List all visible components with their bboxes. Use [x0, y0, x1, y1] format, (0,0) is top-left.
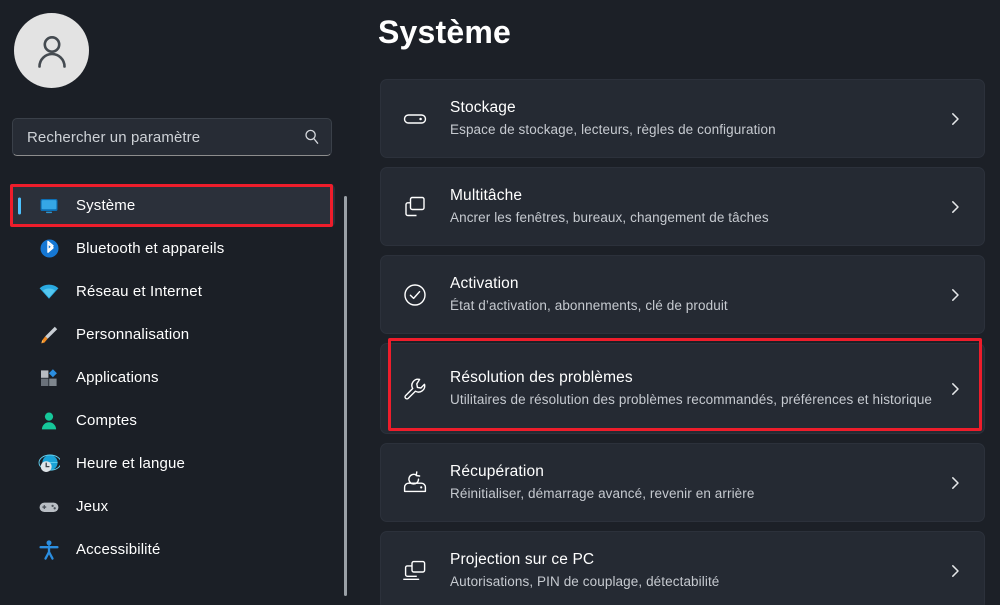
- settings-card-list: Stockage Espace de stockage, lecteurs, r…: [380, 79, 985, 605]
- card-title: Activation: [450, 274, 934, 295]
- search-icon[interactable]: [303, 128, 321, 146]
- sidebar-item-label: Bluetooth et appareils: [76, 240, 224, 257]
- sidebar-item-label: Système: [76, 197, 135, 214]
- search-box[interactable]: [12, 118, 332, 156]
- bluetooth-icon: [38, 238, 60, 260]
- card-subtitle: Réinitialiser, démarrage avancé, revenir…: [450, 484, 934, 504]
- sidebar-nav: Système Bluetooth et appareils: [0, 184, 345, 571]
- sidebar-item-applications[interactable]: Applications: [12, 356, 335, 399]
- wifi-icon: [38, 281, 60, 303]
- chevron-right-icon[interactable]: [944, 108, 966, 130]
- sidebar-item-label: Personnalisation: [76, 326, 189, 343]
- card-text: Multitâche Ancrer les fenêtres, bureaux,…: [450, 180, 934, 233]
- monitor-icon: [38, 195, 60, 217]
- sidebar-item-bluetooth-et-appareils[interactable]: Bluetooth et appareils: [12, 227, 335, 270]
- search-input[interactable]: [27, 129, 303, 146]
- settings-card-stockage[interactable]: Stockage Espace de stockage, lecteurs, r…: [380, 79, 985, 158]
- chevron-right-icon[interactable]: [944, 472, 966, 494]
- sidebar: Système Bluetooth et appareils: [0, 0, 360, 605]
- wrench-icon: [402, 376, 428, 402]
- settings-card-recuperation[interactable]: Récupération Réinitialiser, démarrage av…: [380, 443, 985, 522]
- settings-card-resolution-des-problemes[interactable]: Résolution des problèmes Utilitaires de …: [380, 343, 985, 434]
- card-subtitle: Utilitaires de résolution des problèmes …: [450, 390, 934, 410]
- card-title: Récupération: [450, 462, 934, 483]
- gamepad-icon: [38, 496, 60, 518]
- card-text: Projection sur ce PC Autorisations, PIN …: [450, 544, 934, 597]
- card-title: Multitâche: [450, 186, 934, 207]
- settings-card-projection-sur-ce-pc[interactable]: Projection sur ce PC Autorisations, PIN …: [380, 531, 985, 605]
- check-circle-icon: [402, 282, 428, 308]
- card-subtitle: État d’activation, abonnements, clé de p…: [450, 296, 934, 316]
- settings-card-activation[interactable]: Activation État d’activation, abonnement…: [380, 255, 985, 334]
- chevron-right-icon[interactable]: [944, 378, 966, 400]
- sidebar-item-accessibilite[interactable]: Accessibilité: [12, 528, 335, 571]
- sidebar-item-label: Heure et langue: [76, 455, 185, 472]
- hard-drive-icon: [402, 106, 428, 132]
- settings-card-multitache[interactable]: Multitâche Ancrer les fenêtres, bureaux,…: [380, 167, 985, 246]
- sidebar-item-label: Jeux: [76, 498, 108, 515]
- card-title: Résolution des problèmes: [450, 368, 934, 389]
- paintbrush-icon: [38, 324, 60, 346]
- project-to-pc-icon: [402, 558, 428, 584]
- card-title: Stockage: [450, 98, 934, 119]
- card-text: Résolution des problèmes Utilitaires de …: [450, 362, 934, 415]
- chevron-right-icon[interactable]: [944, 284, 966, 306]
- user-avatar[interactable]: [14, 13, 89, 88]
- card-subtitle: Espace de stockage, lecteurs, règles de …: [450, 120, 934, 140]
- chevron-right-icon[interactable]: [944, 196, 966, 218]
- sidebar-item-systeme[interactable]: Système: [12, 184, 335, 227]
- card-text: Activation État d’activation, abonnement…: [450, 268, 934, 321]
- page-title: Système: [378, 14, 511, 51]
- card-text: Récupération Réinitialiser, démarrage av…: [450, 456, 934, 509]
- sidebar-item-label: Applications: [76, 369, 159, 386]
- apps-grid-icon: [38, 367, 60, 389]
- sidebar-scrollbar-thumb[interactable]: [344, 196, 347, 596]
- clock-globe-icon: [38, 453, 60, 475]
- settings-window: Système Bluetooth et appareils: [0, 0, 1000, 605]
- user-avatar-icon: [30, 29, 74, 73]
- accessibility-icon: [38, 539, 60, 561]
- person-icon: [38, 410, 60, 432]
- sidebar-item-label: Accessibilité: [76, 541, 160, 558]
- sidebar-item-label: Réseau et Internet: [76, 283, 202, 300]
- card-subtitle: Autorisations, PIN de couplage, détectab…: [450, 572, 934, 592]
- card-title: Projection sur ce PC: [450, 550, 934, 571]
- card-text: Stockage Espace de stockage, lecteurs, r…: [450, 92, 934, 145]
- chevron-right-icon[interactable]: [944, 560, 966, 582]
- sidebar-item-label: Comptes: [76, 412, 137, 429]
- sidebar-item-heure-et-langue[interactable]: Heure et langue: [12, 442, 335, 485]
- sidebar-item-jeux[interactable]: Jeux: [12, 485, 335, 528]
- multitask-windows-icon: [402, 194, 428, 220]
- card-subtitle: Ancrer les fenêtres, bureaux, changement…: [450, 208, 934, 228]
- sidebar-item-reseau-et-internet[interactable]: Réseau et Internet: [12, 270, 335, 313]
- recovery-drive-icon: [402, 470, 428, 496]
- sidebar-item-personnalisation[interactable]: Personnalisation: [12, 313, 335, 356]
- sidebar-item-comptes[interactable]: Comptes: [12, 399, 335, 442]
